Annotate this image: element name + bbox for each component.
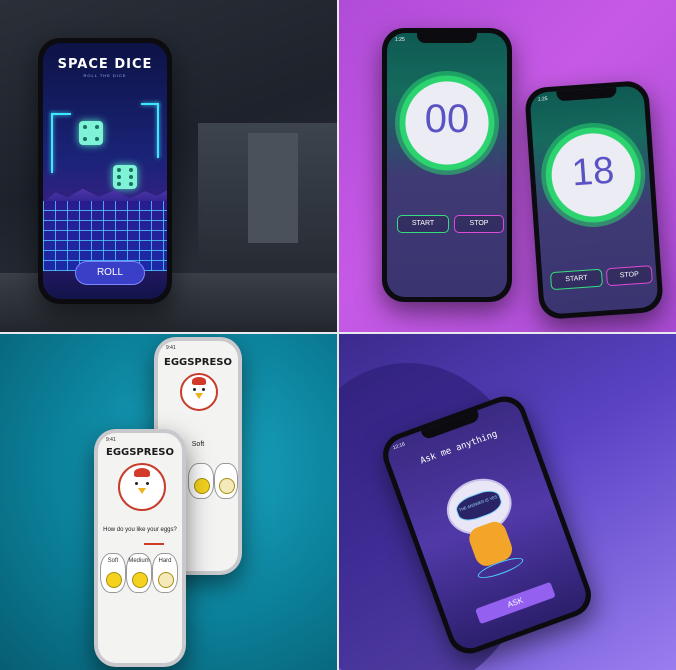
divider [0, 332, 676, 334]
app-title: EGGSPRESO [105, 447, 174, 458]
product-mockup-collage: SPACE DICE ROLL THE DICE ROLL 1:25 00 ST… [0, 0, 676, 670]
phone-timer-back: 1:25 18 START STOP [524, 79, 664, 321]
timer-value: 00 [424, 97, 470, 141]
egg-question: How do you like your eggs? [103, 527, 177, 533]
egg-option-medium[interactable]: Medium [126, 553, 152, 593]
neon-frame-top-left [51, 113, 71, 115]
eggspreso-mockup: 9:41 EGGSPRESO Soft 9:41 EGGSPRESO How d… [0, 333, 338, 670]
neon-frame-left [51, 113, 53, 173]
egg-option-label: Medium [128, 558, 150, 564]
egg-option-label: Soft [107, 558, 119, 564]
status-time: 1:25 [537, 95, 548, 103]
status-time: 12:16 [392, 441, 406, 452]
phone-timer-front: 1:25 00 START STOP [382, 28, 512, 302]
timer-ring: 00 [395, 71, 499, 175]
background-pillar [248, 133, 298, 243]
timer-ring: 18 [537, 119, 649, 231]
space-dice-screen: SPACE DICE ROLL THE DICE ROLL [43, 43, 167, 299]
egg-option-soft[interactable]: Soft [100, 553, 126, 593]
astronaut-visor: THE ANSWER IS YES [453, 486, 505, 525]
die-one [79, 121, 103, 145]
chicken-mascot [118, 463, 166, 511]
divider [337, 0, 339, 670]
egg-option-label: Hard [158, 558, 172, 564]
app-subtitle: ROLL THE DICE [83, 73, 127, 78]
egg-option-hard[interactable] [214, 463, 238, 499]
egg-option-medium[interactable] [188, 463, 214, 499]
app-title: EGGSPRESO [163, 357, 232, 368]
stop-button[interactable]: STOP [454, 215, 504, 233]
ask-me-anything-mockup: 12:16 Ask me anything THE ANSWER IS YES … [338, 333, 676, 670]
space-dice-mockup: SPACE DICE ROLL THE DICE ROLL [0, 0, 338, 333]
timer-screen-back: 1:25 18 START STOP [529, 85, 659, 315]
timer-value: 18 [570, 149, 616, 195]
chicken-mascot [180, 373, 218, 411]
accent-bar [144, 543, 164, 545]
start-button[interactable]: START [549, 268, 604, 291]
timer-mockup: 1:25 00 START STOP 1:25 18 START STOP [338, 0, 676, 333]
phone-space-dice: SPACE DICE ROLL THE DICE ROLL [38, 38, 172, 304]
roll-button[interactable]: ROLL [75, 261, 145, 285]
app-title: SPACE DICE [57, 57, 153, 72]
ask-button[interactable]: ASK [475, 581, 556, 625]
neon-frame-right [157, 103, 159, 158]
phone-eggspreso-front: 9:41 EGGSPRESO How do you like your eggs… [94, 429, 186, 667]
status-time: 9:41 [166, 345, 176, 351]
eggspreso-screen-front: 9:41 EGGSPRESO How do you like your eggs… [98, 433, 182, 663]
die-two [113, 165, 137, 189]
timer-screen-front: 1:25 00 START STOP [387, 33, 507, 297]
neon-frame-top-right [141, 103, 159, 105]
visor-text: THE ANSWER IS YES [458, 494, 498, 513]
status-time: 9:41 [106, 437, 116, 443]
egg-option-hard[interactable]: Hard [152, 553, 178, 593]
ask-title: Ask me anything [419, 429, 499, 467]
start-button[interactable]: START [397, 215, 449, 233]
stop-button[interactable]: STOP [605, 265, 653, 287]
status-time: 1:25 [395, 37, 405, 43]
